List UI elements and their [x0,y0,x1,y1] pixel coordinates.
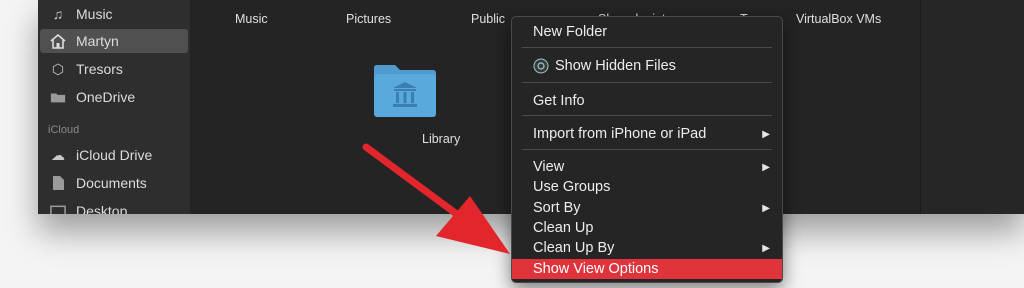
annotation-arrow-icon [362,143,510,254]
